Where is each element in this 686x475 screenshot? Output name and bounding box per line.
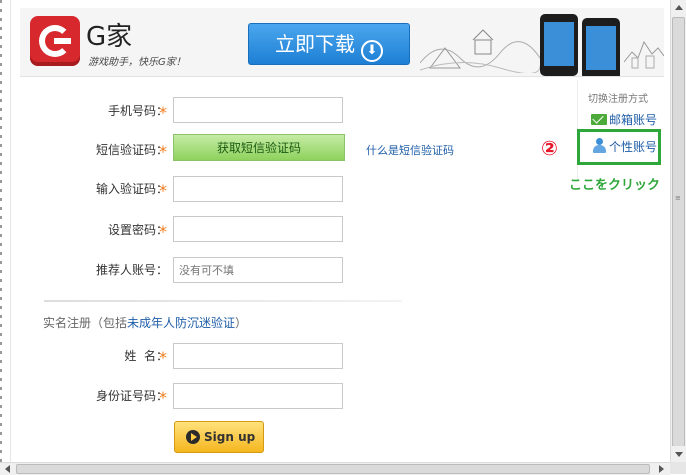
sketch-illustration-icon (420, 29, 540, 73)
get-sms-code-button[interactable]: 获取短信验证码 (173, 134, 345, 161)
download-button-label: 立即下载 (275, 32, 355, 56)
sms-label: 短信验证码： (95, 143, 168, 157)
required-mark: * (159, 103, 167, 122)
section-divider (44, 300, 402, 302)
mail-icon (591, 114, 607, 125)
required-mark: * (159, 222, 167, 241)
slogan: 游戏助手，快乐G家！ (88, 57, 186, 68)
anti-addiction-link[interactable]: 未成年人防沉迷验证 (127, 316, 235, 330)
required-mark: * (159, 348, 167, 367)
g-logo-icon (30, 16, 80, 66)
scroll-down-button[interactable] (671, 446, 686, 462)
signup-button[interactable]: Sign up (174, 421, 264, 453)
required-mark: * (159, 142, 167, 161)
name-label: 姓 名： (124, 349, 168, 363)
verification-code-input[interactable] (173, 176, 343, 202)
city-sketch-icon (624, 40, 664, 69)
required-mark: * (159, 181, 167, 200)
scroll-left-button[interactable] (5, 465, 10, 473)
id-number-input[interactable] (173, 383, 343, 409)
scroll-up-button[interactable] (671, 0, 686, 16)
switch-method-title: 切换注册方式 (588, 94, 648, 105)
download-button[interactable]: 立即下载 ⬇ (248, 23, 410, 65)
phone-image-icon (582, 18, 620, 76)
header-banner: G家 游戏助手，快乐G家！ 立即下载 ⬇ (20, 8, 664, 77)
sms-help-link[interactable]: 什么是短信验证码 (366, 142, 454, 158)
download-icon: ⬇ (361, 40, 383, 62)
step-number: ② (541, 136, 558, 160)
horizontal-scrollbar[interactable] (0, 462, 670, 475)
annotation-highlight-box (577, 129, 661, 165)
scroll-right-button[interactable] (659, 465, 664, 473)
referrer-input[interactable] (173, 257, 343, 283)
code-label: 输入验证码： (95, 182, 168, 196)
phone-label: 手机号码： (107, 104, 168, 118)
realname-suffix: ） (235, 316, 248, 330)
id-number-label: 身份证号码： (95, 389, 168, 403)
page-left-border (0, 0, 2, 474)
password-label: 设置密码： (107, 223, 168, 237)
play-icon (186, 430, 200, 444)
email-account-option[interactable]: 邮箱账号 (591, 111, 657, 128)
app-name: G家 (86, 22, 133, 52)
real-name-input[interactable] (173, 343, 343, 369)
password-input[interactable] (173, 216, 343, 242)
realname-prefix: 实名注册（包括 (43, 316, 128, 330)
email-account-label: 邮箱账号 (609, 113, 658, 127)
realname-heading: 实名注册（包括未成年人防沉迷验证） (43, 314, 247, 331)
horizontal-scroll-thumb[interactable] (16, 464, 650, 474)
vertical-scrollbar[interactable]: ≡ (670, 0, 686, 462)
phone-input[interactable] (173, 97, 343, 123)
scrollbar-corner (670, 462, 686, 474)
phone-image-icon (540, 14, 578, 76)
signup-button-label: Sign up (204, 430, 256, 444)
referrer-label: 推荐人账号： (95, 263, 168, 277)
required-mark: * (159, 388, 167, 407)
annotation-text: ここをクリック (569, 178, 661, 193)
vertical-scroll-thumb[interactable]: ≡ (672, 17, 685, 447)
